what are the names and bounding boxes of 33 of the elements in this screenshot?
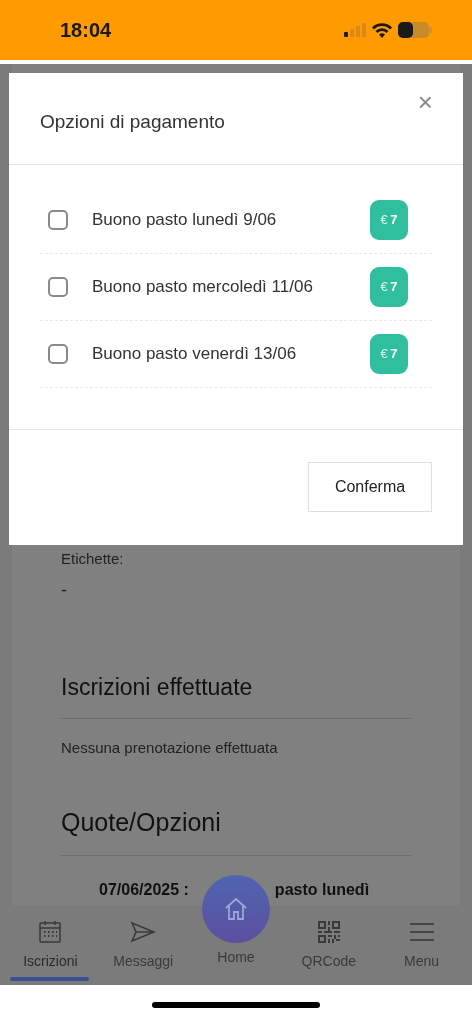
- fee-item-text: 07/06/2025 :: [99, 880, 189, 900]
- section-heading: Quote/Opzioni: [61, 803, 411, 856]
- dialog-title: Opzioni di pagamento: [40, 110, 225, 134]
- nav-tab[interactable]: QRCode: [282, 905, 376, 985]
- nav-tab[interactable]: Iscrizioni: [4, 905, 97, 985]
- checkbox[interactable]: [48, 344, 68, 364]
- nav-tab[interactable]: Messaggi: [96, 905, 190, 985]
- wifi-icon: [372, 22, 392, 38]
- signal-icon: [344, 23, 366, 37]
- battery-icon: [398, 22, 432, 38]
- empty-message: Nessuna prenotazione effettuata: [61, 738, 279, 758]
- price-badge: € 7: [370, 334, 408, 374]
- menu-icon: [408, 922, 435, 942]
- fee-item-text: pasto lunedì: [274, 880, 370, 900]
- home-icon: [223, 897, 249, 921]
- option-label: Buono pasto lunedì 9/06: [92, 209, 278, 232]
- price-badge: € 7: [370, 267, 408, 307]
- field-value: -: [61, 578, 68, 602]
- confirm-button[interactable]: Conferma: [308, 462, 432, 512]
- calendar-icon: [39, 920, 62, 944]
- qr-code-icon: [317, 921, 340, 943]
- nav-tab[interactable]: Menu: [375, 905, 468, 985]
- nav-tab[interactable]: Home: [217, 947, 255, 968]
- section-heading: Iscrizioni effettuate: [61, 669, 411, 719]
- checkbox[interactable]: [48, 210, 68, 230]
- option-label: Buono pasto venerdì 13/06: [92, 343, 298, 366]
- field-label: Etichette:: [61, 549, 125, 569]
- price-badge: € 7: [370, 200, 408, 240]
- send-icon: [130, 921, 157, 943]
- close-button[interactable]: ×: [417, 89, 433, 115]
- checkbox[interactable]: [48, 277, 68, 297]
- clock: 18:04: [60, 18, 112, 43]
- option-label: Buono pasto mercoledì 11/06: [92, 276, 314, 299]
